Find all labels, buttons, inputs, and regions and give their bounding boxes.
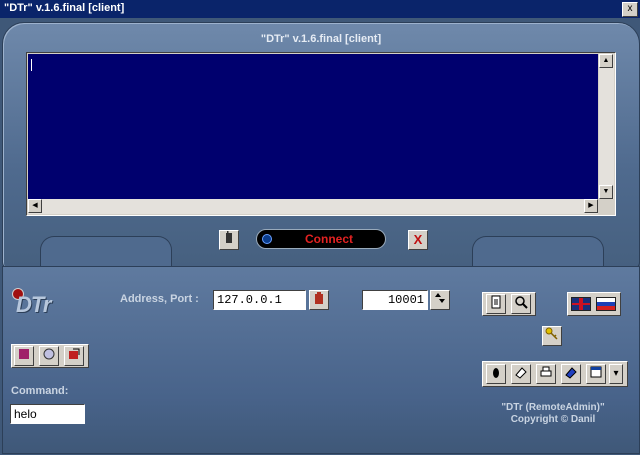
- console-output[interactable]: ▲ ▼ ◀ ▶: [26, 52, 616, 216]
- scroll-left-button[interactable]: ◀: [28, 199, 42, 213]
- settings-button[interactable]: [586, 364, 606, 384]
- command-label: Command:: [11, 385, 69, 397]
- scroll-right-button[interactable]: ▶: [584, 199, 598, 213]
- product-name: "DTr (RemoteAdmin)": [501, 402, 605, 413]
- tools-button-group: [11, 344, 89, 368]
- disk-button[interactable]: [39, 346, 59, 366]
- english-flag-button[interactable]: [571, 297, 591, 311]
- language-button-group: [567, 292, 621, 316]
- more-dropdown-button[interactable]: ▾: [609, 364, 623, 384]
- window-title: "DTr" v.1.6.final [client]: [4, 2, 125, 14]
- key-button[interactable]: [542, 326, 562, 346]
- eraser-icon: [515, 367, 527, 379]
- address-input[interactable]: [213, 290, 306, 310]
- russian-flag-button[interactable]: [596, 297, 616, 311]
- search-button[interactable]: [511, 294, 531, 314]
- window-settings-icon: [590, 366, 602, 378]
- printer-icon: [540, 366, 552, 377]
- action-button-group: ▾: [482, 361, 628, 387]
- connect-label: Connect: [305, 232, 353, 246]
- port-spin-button[interactable]: [430, 290, 450, 310]
- book-button[interactable]: [14, 346, 34, 366]
- bug-button[interactable]: [486, 364, 506, 384]
- console-textarea[interactable]: [28, 54, 598, 199]
- spin-arrows-icon: [435, 293, 445, 303]
- notebook-icon: [565, 367, 577, 379]
- building-icon: [315, 292, 323, 304]
- window-close-button[interactable]: x: [622, 2, 638, 17]
- address-port-label: Address, Port :: [120, 293, 199, 305]
- dtr-logo: DTr: [16, 292, 51, 317]
- command-input[interactable]: [10, 404, 85, 424]
- export-button[interactable]: [64, 346, 84, 366]
- horizontal-scrollbar[interactable]: ◀ ▶: [28, 199, 598, 214]
- hosts-button[interactable]: [309, 290, 329, 310]
- scroll-down-button[interactable]: ▼: [599, 185, 613, 199]
- copyright-line: Copyright © Danil: [510, 414, 596, 425]
- print-button[interactable]: [536, 364, 556, 384]
- disk-icon: [43, 348, 55, 360]
- export-icon: [69, 348, 80, 359]
- file-icon: [491, 295, 501, 309]
- eraser-button[interactable]: [511, 364, 531, 384]
- port-input[interactable]: [362, 290, 428, 310]
- bug-icon: [493, 368, 499, 378]
- scroll-up-button[interactable]: ▲: [599, 54, 613, 68]
- panel-title: "DTr" v.1.6.final [client]: [260, 33, 382, 45]
- connect-button[interactable]: Connect: [256, 229, 386, 249]
- file-button-group: [482, 292, 536, 316]
- vertical-scrollbar[interactable]: ▲ ▼: [599, 54, 614, 199]
- book-icon: [19, 349, 29, 359]
- key-icon: [545, 327, 558, 340]
- hand-icon: [226, 231, 232, 243]
- file-button[interactable]: [486, 294, 506, 314]
- search-icon: [515, 296, 528, 309]
- disconnect-button[interactable]: X: [408, 230, 428, 250]
- copyright-text: "DTr (RemoteAdmin)" Copyright © Danil: [470, 402, 636, 426]
- window-titlebar: "DTr" v.1.6.final [client] x: [0, 0, 640, 18]
- notebook-button[interactable]: [561, 364, 581, 384]
- hand-icon-button[interactable]: [219, 230, 239, 250]
- text-caret: [31, 59, 32, 71]
- status-led-icon: [262, 234, 272, 244]
